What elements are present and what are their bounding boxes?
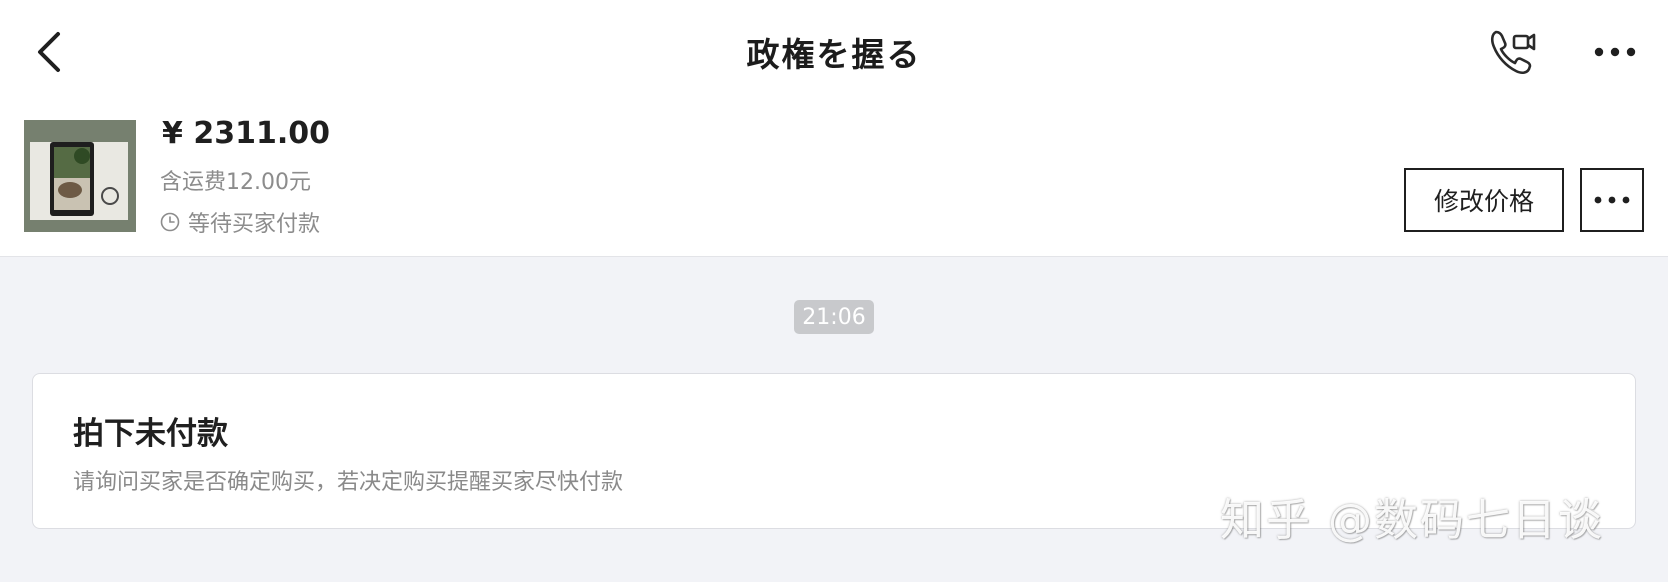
watermark: 知乎 @数码七日谈 [1220, 495, 1604, 546]
order-price: ¥ 2311.00 [162, 116, 330, 151]
back-button[interactable] [30, 26, 74, 78]
call-button[interactable] [1486, 26, 1542, 78]
top-nav-bar: 政権を握る [0, 0, 1668, 104]
order-more-button[interactable] [1580, 168, 1644, 232]
order-status-text: 等待买家付款 [188, 212, 321, 237]
product-image [24, 120, 136, 232]
more-horizontal-icon [1594, 196, 1630, 204]
order-summary-card: ¥ 2311.00 含运费12.00元 等待买家付款 修改价格 [0, 104, 1668, 257]
more-options-button[interactable] [1592, 34, 1638, 70]
chevron-left-icon [38, 32, 60, 72]
message-title: 拍下未付款 [73, 416, 228, 452]
clock-icon [160, 212, 180, 232]
product-thumbnail[interactable] [24, 120, 136, 232]
order-status: 等待买家付款 [160, 206, 320, 238]
phone-video-icon [1490, 30, 1536, 75]
message-body: 请询问买家是否确定购买，若决定购买提醒买家尽快付款 [73, 470, 624, 495]
modify-price-button[interactable]: 修改价格 [1404, 168, 1564, 232]
more-horizontal-icon [1594, 47, 1636, 57]
message-timestamp: 21:06 [794, 300, 874, 334]
shipping-fee-text: 含运费12.00元 [160, 170, 311, 195]
page-title: 政権を握る [746, 35, 922, 74]
